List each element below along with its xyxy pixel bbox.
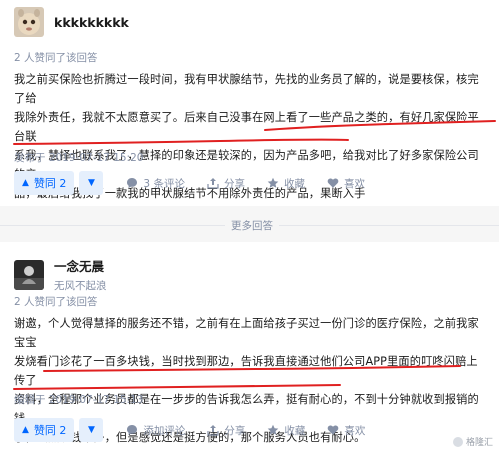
share-label: 分享 bbox=[224, 424, 246, 437]
share-button[interactable]: 分享 bbox=[207, 176, 245, 191]
comment-button[interactable]: 3 条评论 bbox=[126, 176, 185, 191]
answer-card: 一念无晨 无风不起浪 2 人赞同了该回答 谢邀，个人觉得慧择的服务还不错，之前有… bbox=[0, 242, 499, 454]
like-button[interactable]: 喜欢 bbox=[327, 423, 365, 438]
star-icon bbox=[267, 177, 279, 188]
upvote-label: 赞同 2 bbox=[33, 424, 67, 437]
like-label: 喜欢 bbox=[343, 177, 365, 190]
like-button[interactable]: 喜欢 bbox=[327, 176, 365, 191]
answer-card: kkkkkkkkk 2 人赞同了该回答 我之前买保险也折腾过一段时间，我有甲状腺… bbox=[0, 0, 499, 206]
author-name[interactable]: kkkkkkkkk bbox=[54, 15, 129, 30]
favorite-button[interactable]: 收藏 bbox=[267, 176, 305, 191]
favorite-label: 收藏 bbox=[284, 424, 306, 437]
answer-paragraph-line: 发烧看门诊花了一百多块钱，当时找到那边，告诉我直接通过他们公司APP里面的叮咚闪… bbox=[14, 355, 478, 387]
share-icon bbox=[207, 425, 220, 436]
more-answers-label: 更多回答 bbox=[225, 218, 279, 233]
triangle-down-icon: ▼ bbox=[87, 425, 95, 435]
voters-text: 2 人赞同了该回答 bbox=[14, 52, 98, 64]
share-label: 分享 bbox=[223, 177, 245, 190]
edit-time: 编辑于 2019-07-17 15:13 bbox=[14, 394, 144, 406]
avatar[interactable] bbox=[14, 7, 44, 37]
favorite-button[interactable]: 收藏 bbox=[267, 423, 305, 438]
upvote-button[interactable]: ▲ 赞同 2 bbox=[14, 418, 75, 442]
publish-time: 发布于 2019-07-17 15:20 bbox=[14, 152, 144, 164]
author-name[interactable]: 一念无晨 bbox=[54, 256, 107, 275]
heart-icon bbox=[328, 425, 339, 435]
comment-icon bbox=[127, 425, 138, 435]
triangle-down-icon: ▼ bbox=[87, 178, 95, 188]
watermark: 格隆汇 bbox=[452, 435, 493, 448]
comment-label: 添加评论 bbox=[143, 424, 186, 437]
author-row: kkkkkkkkk bbox=[14, 7, 129, 37]
answer-paragraph-line: 我除外责任，我就不太愿意买了。后来自己没事在网上看了一些产品之类的，有好几家保险… bbox=[14, 111, 479, 143]
comment-label: 3 条评论 bbox=[143, 177, 185, 190]
comment-icon bbox=[127, 178, 138, 188]
upvote-button[interactable]: ▲ 赞同 2 bbox=[14, 171, 75, 195]
upvote-label: 赞同 2 bbox=[33, 177, 67, 190]
author-row: 一念无晨 无风不起浪 bbox=[14, 256, 107, 293]
favorite-label: 收藏 bbox=[283, 177, 305, 190]
star-icon bbox=[268, 424, 279, 435]
triangle-up-icon: ▲ bbox=[22, 425, 29, 435]
answer-paragraph-line: 我之前买保险也折腾过一段时间，我有甲状腺结节，先找的业务员了解的，说是要核保，核… bbox=[14, 73, 479, 105]
downvote-button[interactable]: ▼ bbox=[79, 171, 104, 195]
avatar[interactable] bbox=[14, 259, 44, 290]
like-label: 喜欢 bbox=[344, 424, 366, 437]
author-bio: 无风不起浪 bbox=[54, 280, 107, 292]
share-icon bbox=[207, 178, 219, 189]
watermark-logo-icon bbox=[452, 436, 463, 447]
answer-paragraph-line: 谢邀，个人觉得慧择的服务还不错，之前有在上面给孩子买过一份门诊的医疗保险，之前我… bbox=[14, 317, 479, 349]
voters-text: 2 人赞同了该回答 bbox=[14, 296, 98, 308]
comment-button[interactable]: 添加评论 bbox=[126, 423, 185, 438]
heart-icon bbox=[327, 178, 339, 188]
downvote-button[interactable]: ▼ bbox=[79, 418, 104, 442]
author-info: 一念无晨 无风不起浪 bbox=[54, 256, 107, 293]
watermark-text: 格隆汇 bbox=[465, 438, 493, 448]
triangle-up-icon: ▲ bbox=[22, 178, 29, 188]
action-bar: ▲ 赞同 2 ▼ 3 条评论 分享 收藏 喜欢 bbox=[14, 171, 365, 195]
share-button[interactable]: 分享 bbox=[207, 423, 245, 438]
action-bar: ▲ 赞同 2 ▼ 添加评论 分享 收藏 喜欢 bbox=[14, 418, 365, 442]
